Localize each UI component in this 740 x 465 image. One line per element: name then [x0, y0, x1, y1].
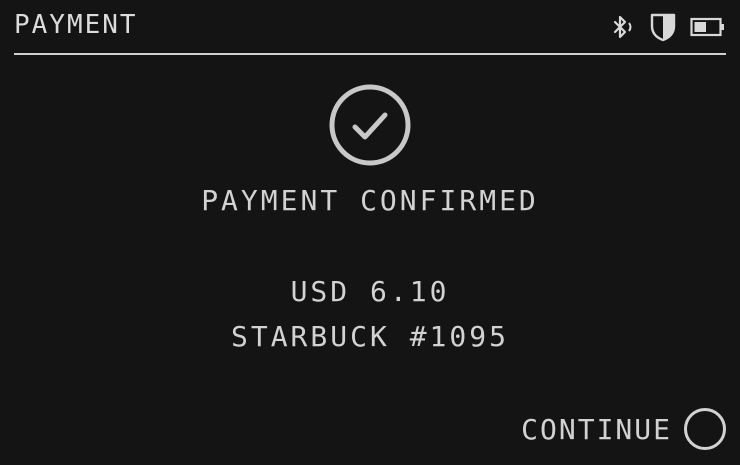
header-bar: PAYMENT — [14, 0, 726, 55]
merchant-name: STARBUCK #1095 — [230, 320, 509, 353]
shield-icon — [650, 12, 676, 42]
continue-button[interactable]: CONTINUE — [521, 405, 726, 453]
bluetooth-icon — [608, 13, 636, 41]
continue-label: CONTINUE — [521, 412, 672, 446]
payment-amount: USD 6.10 — [290, 275, 450, 308]
payment-status-text: PAYMENT CONFIRMED — [201, 184, 539, 217]
status-icons — [608, 12, 726, 42]
check-circle-icon — [328, 83, 412, 167]
battery-icon — [690, 17, 726, 37]
page-title: PAYMENT — [14, 10, 138, 40]
circle-button-icon[interactable] — [684, 408, 726, 450]
header-divider — [14, 53, 726, 55]
